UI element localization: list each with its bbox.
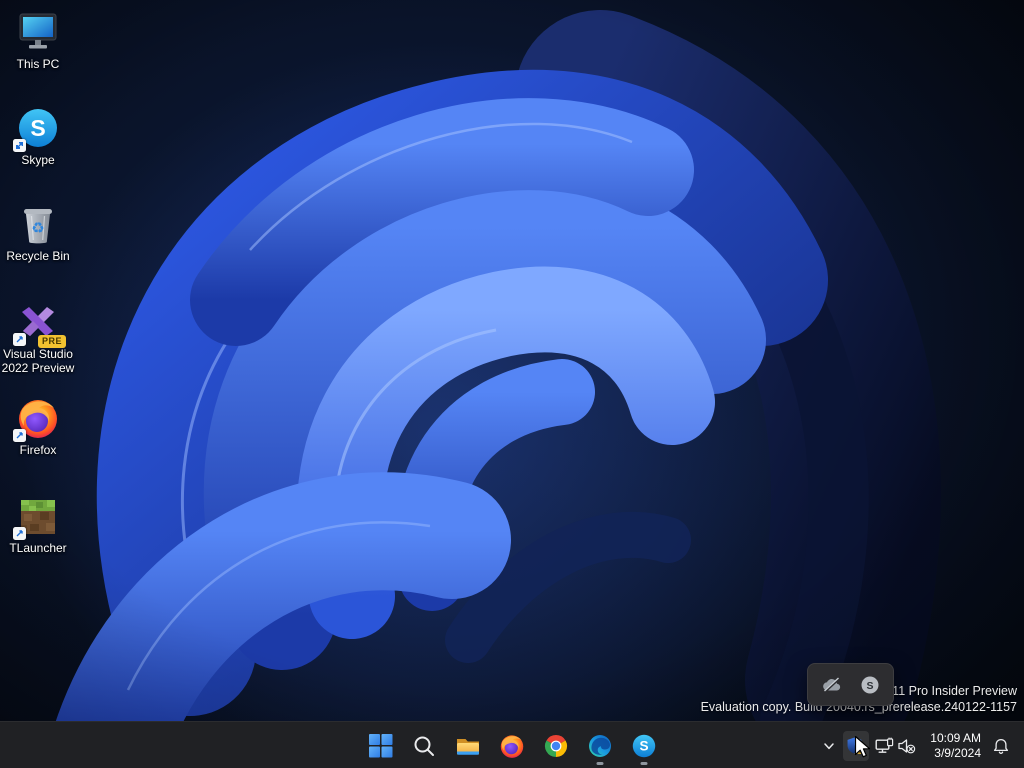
skype-icon: S: [13, 106, 60, 152]
running-indicator: [596, 761, 604, 765]
desktop-icon-label: Skype: [21, 153, 55, 167]
visual-studio-icon: PRE: [13, 300, 66, 348]
chrome-icon: [544, 734, 567, 757]
skype-button[interactable]: S: [624, 726, 664, 766]
clock-date: 3/9/2024: [934, 745, 981, 760]
svg-text:♻: ♻: [31, 219, 44, 237]
clock-time: 10:09 AM: [930, 730, 981, 745]
firefox-icon: [13, 396, 60, 442]
tray-chevron-button[interactable]: [816, 731, 842, 761]
cloud-slash-icon: [822, 676, 840, 693]
firefox-icon: [500, 734, 524, 758]
desktop-icon-firefox[interactable]: Firefox: [1, 396, 75, 457]
taskbar-clock[interactable]: 10:09 AM 3/9/2024: [922, 729, 987, 763]
shortcut-arrow-icon: [13, 429, 26, 442]
desktop: This PC S Skype ♻ Recycle Bin PRE Visual…: [0, 0, 1024, 768]
wallpaper-bloom: [0, 0, 1024, 768]
shortcut-arrow-icon: [13, 333, 26, 346]
desktop-icon-label: Firefox: [19, 443, 57, 457]
shortcut-arrow-icon: [13, 139, 26, 152]
network-volume-tray-group[interactable]: [870, 733, 921, 759]
running-indicator: [640, 761, 648, 765]
svg-text:S: S: [639, 738, 648, 753]
search-button[interactable]: [404, 726, 444, 766]
desktop-icon-visual-studio[interactable]: PRE Visual Studio 2022 Preview: [1, 300, 75, 375]
desktop-icon-tlauncher[interactable]: TLauncher: [1, 494, 75, 555]
shortcut-arrow-icon: [13, 527, 26, 540]
skype-icon: S: [632, 734, 656, 757]
taskbar-app-buttons: S: [360, 722, 664, 768]
file-explorer-icon: [457, 738, 479, 755]
start-button[interactable]: [360, 726, 400, 766]
desktop-icon-this-pc[interactable]: This PC: [1, 10, 75, 71]
onedrive-offline-tray-icon[interactable]: [817, 670, 847, 700]
file-explorer-button[interactable]: [448, 726, 488, 766]
firefox-button[interactable]: [492, 726, 532, 766]
desktop-icon-label: This PC: [16, 57, 60, 71]
desktop-icon-label: TLauncher: [9, 541, 67, 555]
skype-tray-icon[interactable]: S: [855, 670, 885, 700]
desktop-icon-label: Visual Studio 2022 Preview: [1, 347, 75, 375]
svg-text:S: S: [866, 680, 873, 692]
chrome-button[interactable]: [536, 726, 576, 766]
search-icon: [414, 736, 434, 756]
volume-muted-icon: [898, 738, 916, 753]
taskbar: S 10:09 AM 3/9/2024: [0, 721, 1024, 768]
desktop-icon-label: Recycle Bin: [6, 249, 70, 263]
windows-start-icon: [368, 734, 392, 758]
shield-warning-icon: [847, 737, 866, 754]
edge-button[interactable]: [580, 726, 620, 766]
this-pc-icon: [16, 10, 60, 54]
tlauncher-icon: [13, 494, 60, 540]
notification-bell-button[interactable]: [988, 731, 1014, 761]
desktop-icon-recycle-bin[interactable]: ♻ Recycle Bin: [1, 202, 75, 263]
hidden-icons-flyout: S: [807, 663, 894, 706]
bell-icon: [993, 738, 1009, 754]
desktop-icon-skype[interactable]: S Skype: [1, 106, 75, 167]
svg-text:S: S: [30, 115, 45, 141]
taskbar-tray: 10:09 AM 3/9/2024: [816, 722, 1024, 768]
skype-s-icon: S: [861, 676, 878, 693]
edge-icon: [589, 734, 611, 757]
pre-badge: PRE: [37, 335, 66, 348]
network-display-icon: [875, 737, 894, 753]
windows-security-tray-button[interactable]: [843, 730, 870, 761]
recycle-bin-icon: ♻: [16, 202, 60, 246]
chevron-down-icon: [824, 742, 835, 749]
